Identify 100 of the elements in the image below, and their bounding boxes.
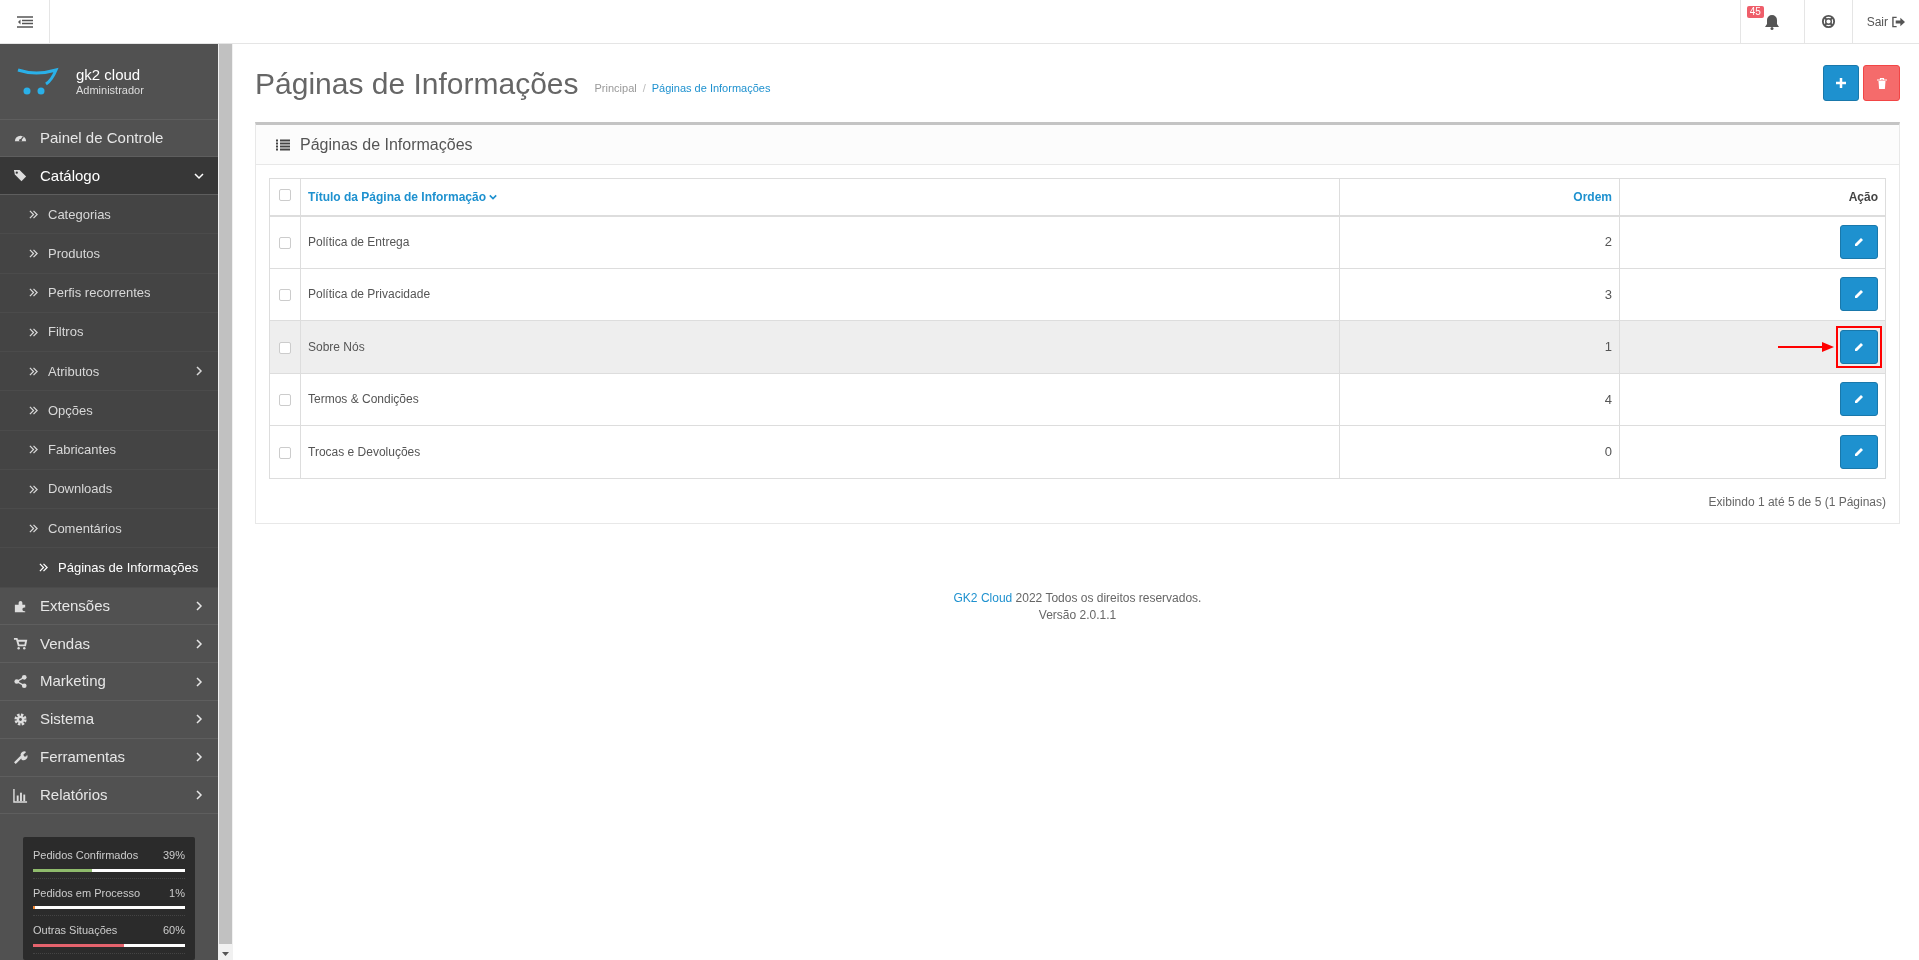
tag-icon [13, 168, 28, 184]
double-chevron-icon [29, 209, 38, 219]
delete-button[interactable] [1863, 65, 1900, 101]
pencil-icon [1854, 237, 1864, 247]
submenu-item[interactable]: Downloads [0, 469, 218, 510]
edit-button[interactable] [1840, 225, 1878, 259]
submenu-item[interactable]: Filtros [0, 312, 218, 353]
chevron-right-icon [194, 790, 204, 801]
table-cell: Trocas e Devoluções [308, 444, 421, 459]
table-cell: Termos & Condições [308, 392, 419, 407]
table-cell: Sobre Nós [308, 339, 365, 354]
double-chevron-icon [29, 484, 38, 494]
caret-icon [489, 192, 498, 201]
sort-column-link[interactable]: Título da Página de Informação [308, 187, 498, 206]
list-icon [276, 138, 290, 151]
bar-chart-icon [13, 787, 28, 803]
checkbox[interactable] [279, 289, 291, 302]
table-row[interactable]: Termos & Condições 4 [269, 373, 1886, 426]
table-cell: 4 [1604, 391, 1612, 407]
double-chevron-icon [29, 249, 38, 259]
chevron-right-icon [194, 638, 204, 649]
sort-column-link[interactable]: Ordem [1573, 189, 1612, 204]
double-chevron-icon [29, 406, 38, 416]
bell-icon [1764, 13, 1781, 30]
submenu-item[interactable]: Opções [0, 391, 218, 431]
cart-icon [13, 636, 28, 652]
pencil-icon [1854, 289, 1864, 300]
panel-title: Páginas de Informações [300, 134, 473, 155]
chevron-right-icon [194, 366, 204, 377]
profile-name: gk2 cloud [76, 65, 142, 84]
chevron-right-icon [194, 752, 204, 763]
stat-label: Pedidos em Processo [33, 885, 140, 901]
wrench-icon [13, 749, 28, 765]
profile-role: Administrador [76, 83, 144, 97]
chevron-down-icon [194, 170, 204, 181]
checkbox[interactable] [279, 236, 291, 249]
submenu-item[interactable]: Perfis recorrentes [0, 273, 218, 313]
table-row[interactable]: Política de Privacidade 3 [269, 268, 1886, 321]
logout-icon [1892, 15, 1905, 28]
stat-value: 39% [162, 848, 185, 864]
lifebuoy-icon [1820, 14, 1836, 29]
edit-button[interactable] [1840, 382, 1878, 417]
column-header: Ação [1848, 189, 1878, 204]
brand-link[interactable]: GK2 Cloud [953, 590, 1013, 605]
sidebar-item[interactable]: Catálogo [0, 157, 218, 196]
menu-icon [16, 15, 33, 28]
puzzle-icon [13, 598, 28, 614]
breadcrumb-link[interactable]: Páginas de Informações [651, 79, 771, 97]
double-chevron-icon [29, 288, 38, 298]
double-chevron-icon [29, 327, 38, 337]
page-title: Páginas de Informações [255, 65, 579, 102]
submenu-item[interactable]: Categorias [0, 195, 218, 235]
submenu-item[interactable]: Fabricantes [0, 430, 218, 470]
logout-button[interactable]: Sair [1851, 0, 1919, 43]
table-cell: 0 [1604, 444, 1612, 459]
edit-button[interactable] [1840, 277, 1878, 312]
pencil-icon [1854, 446, 1864, 457]
plus-icon [1836, 78, 1846, 88]
checkbox[interactable] [279, 446, 291, 459]
stat-label: Pedidos Confirmados [33, 848, 139, 864]
checkbox[interactable] [279, 341, 291, 354]
version-text: Versão 2.0.1.1 [1038, 606, 1117, 624]
chevron-right-icon [194, 601, 204, 612]
scrollbar[interactable] [218, 44, 233, 960]
double-chevron-icon [39, 563, 48, 573]
table-cell: 2 [1604, 234, 1612, 250]
submenu-item[interactable]: Produtos [0, 234, 218, 274]
breadcrumb-separator: / [642, 80, 646, 96]
submenu-item[interactable]: Atributos [0, 352, 218, 392]
copyright-text: GK2 Cloud 2022 Todos os direitos reservados. [953, 589, 1202, 607]
pencil-icon [1854, 394, 1864, 405]
pagination-text: Exibindo 1 até 5 de 5 (1 Páginas) [1707, 493, 1886, 511]
notification-count-badge: 45 [1746, 6, 1764, 18]
stat-value: 60% [162, 923, 185, 939]
table-cell: 3 [1604, 286, 1612, 302]
double-chevron-icon [29, 445, 38, 455]
chevron-right-icon [194, 714, 204, 725]
submenu-item[interactable]: Páginas de Informações [0, 548, 218, 588]
pencil-icon [1854, 341, 1864, 352]
checkbox[interactable] [279, 394, 291, 407]
table-row[interactable]: Trocas e Devoluções 0 [269, 425, 1886, 478]
table-row[interactable]: Política de Entrega 2 [269, 215, 1886, 268]
add-button[interactable] [1823, 65, 1859, 101]
table-cell: Política de Entrega [308, 235, 410, 249]
submenu-item[interactable]: Comentários [0, 509, 218, 549]
cart-logo-icon [16, 66, 60, 97]
table-cell: Política de Privacidade [308, 287, 431, 302]
annotation-arrow [1778, 341, 1834, 352]
gear-icon [13, 711, 28, 727]
trash-icon [1876, 77, 1887, 89]
edit-button[interactable] [1840, 434, 1878, 469]
stat-value: 1% [169, 885, 185, 901]
double-chevron-icon [29, 366, 38, 376]
stat-label: Outras Situações [33, 923, 118, 939]
table-row[interactable]: Sobre Nós 1 [269, 320, 1886, 373]
chevron-right-icon [194, 676, 204, 687]
share-icon [13, 674, 28, 690]
select-all-checkbox[interactable] [279, 188, 291, 201]
double-chevron-icon [29, 523, 38, 533]
table-cell: 1 [1604, 339, 1612, 354]
